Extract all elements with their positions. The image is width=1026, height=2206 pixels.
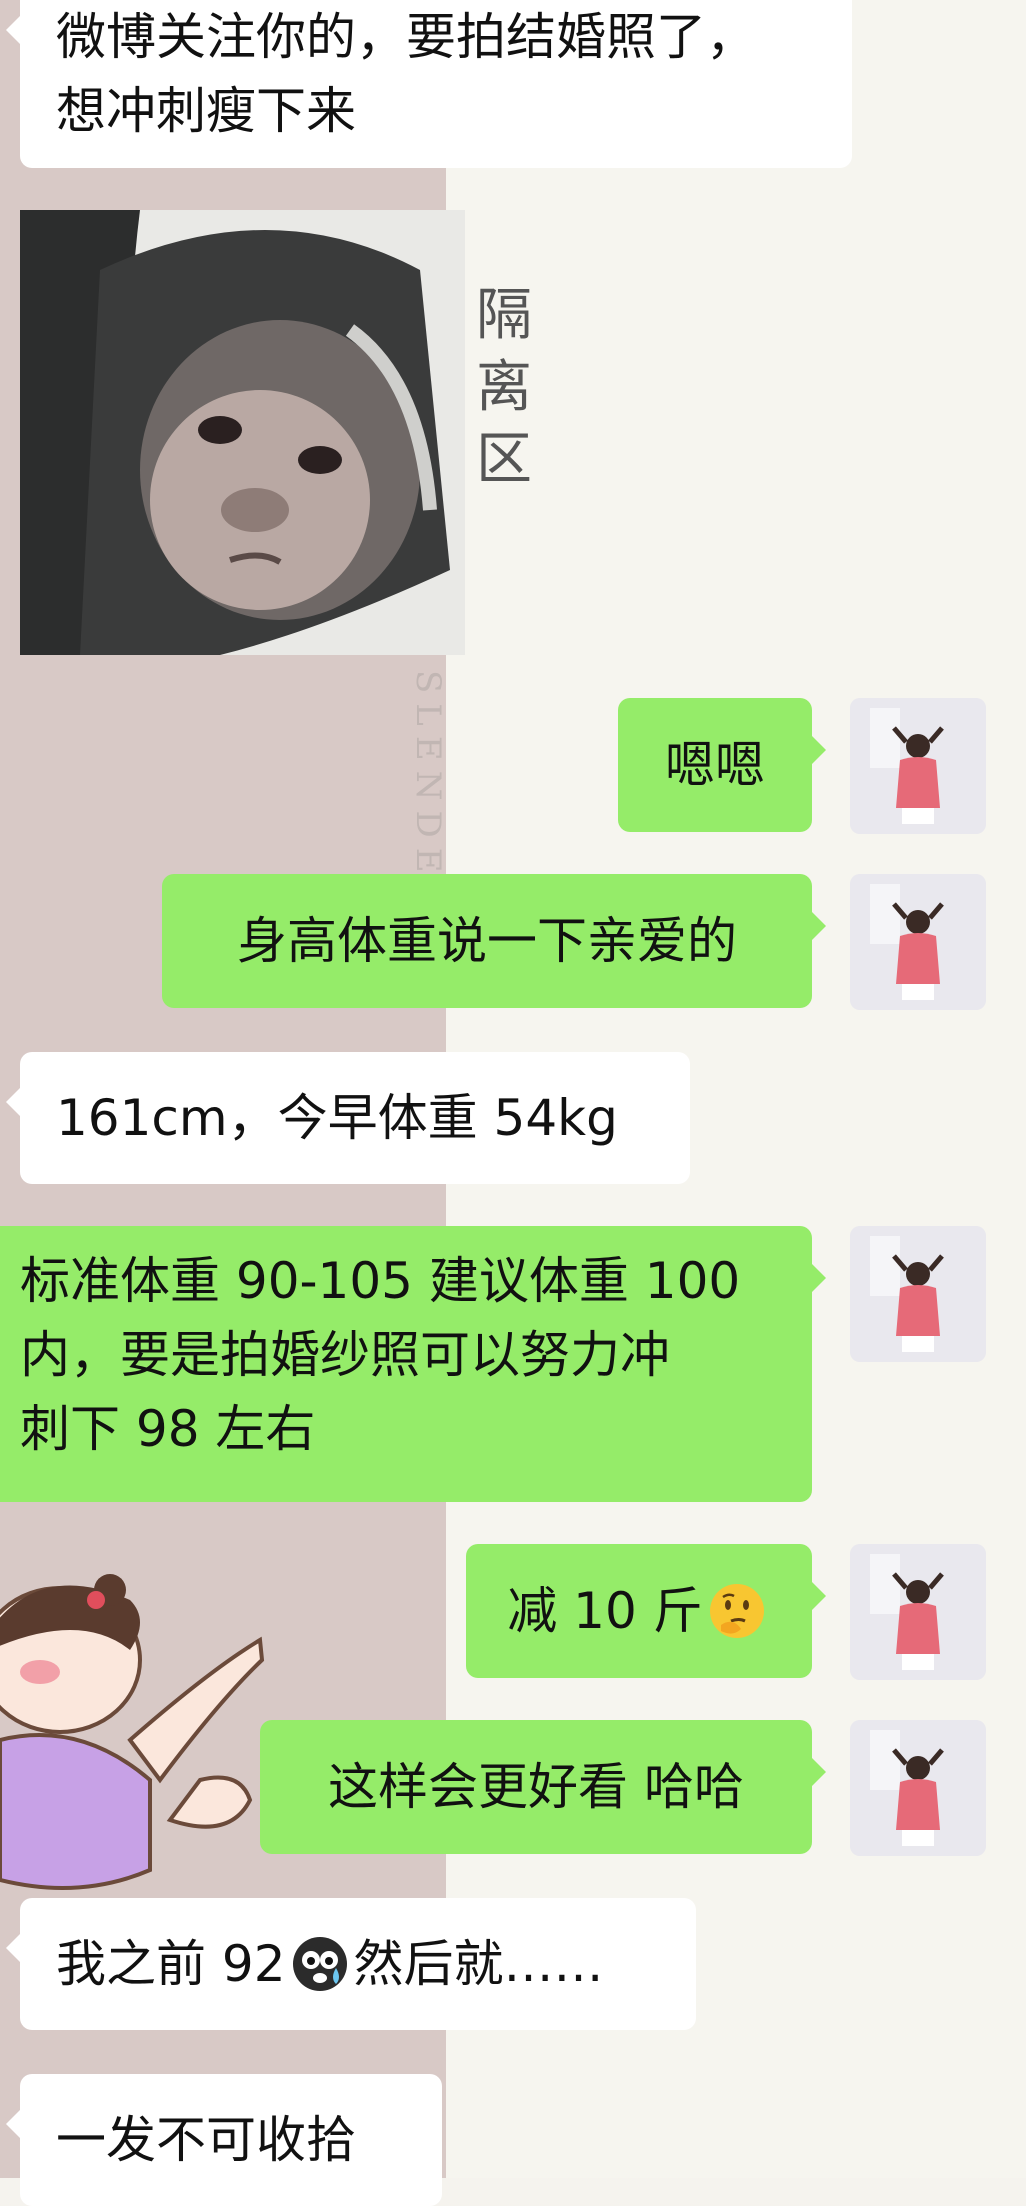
incoming-message-bubble[interactable]: 一发不可收拾 — [6, 2074, 442, 2206]
message-text: 减 10 斤 — [507, 1582, 703, 1640]
crying-face-icon — [290, 1934, 350, 1994]
message-text: 嗯嗯 — [665, 736, 765, 794]
thinking-face-icon — [707, 1581, 767, 1641]
cartoon-girl-sticker — [0, 1540, 270, 1910]
user-avatar[interactable] — [850, 698, 986, 834]
incoming-message-bubble[interactable]: 微博关注你的，要拍结婚照了， 想冲刺瘦下来 — [6, 0, 852, 168]
message-text: 微博关注你的，要拍结婚照了， — [56, 8, 756, 66]
message-text: 161cm，今早体重 54kg — [56, 1089, 618, 1147]
message-text: 刺下 98 左右 — [20, 1400, 316, 1458]
outgoing-message-bubble[interactable]: 标准体重 90-105 建议体重 100 内，要是拍婚纱照可以努力冲 刺下 98… — [0, 1226, 826, 1502]
outgoing-message-bubble[interactable]: 这样会更好看 哈哈 — [260, 1720, 826, 1854]
user-avatar[interactable] — [850, 874, 986, 1010]
message-text: 内，要是拍婚纱照可以努力冲 — [20, 1326, 670, 1384]
message-text: 想冲刺瘦下来 — [56, 82, 356, 140]
outgoing-message-bubble[interactable]: 身高体重说一下亲爱的 — [162, 874, 826, 1008]
sticker-caption: 隔离区 — [476, 283, 532, 492]
outgoing-message-bubble[interactable]: 减 10 斤 — [466, 1544, 826, 1678]
message-text: 标准体重 90-105 建议体重 100 — [20, 1252, 741, 1310]
message-text: 一发不可收拾 — [56, 2111, 356, 2169]
user-avatar[interactable] — [850, 1544, 986, 1680]
user-avatar[interactable] — [850, 1226, 986, 1362]
incoming-message-bubble[interactable]: 161cm，今早体重 54kg — [6, 1052, 690, 1184]
outgoing-message-bubble[interactable]: 嗯嗯 — [618, 698, 826, 832]
incoming-message-bubble[interactable]: 我之前 92 然后就…… — [6, 1898, 696, 2030]
monkey-sticker-image[interactable] — [20, 210, 465, 655]
message-text: 这样会更好看 哈哈 — [328, 1758, 744, 1816]
message-text: 我之前 92 — [56, 1935, 286, 1993]
user-avatar[interactable] — [850, 1720, 986, 1856]
message-text: 身高体重说一下亲爱的 — [237, 912, 737, 970]
message-text: 然后就…… — [353, 1935, 604, 1993]
